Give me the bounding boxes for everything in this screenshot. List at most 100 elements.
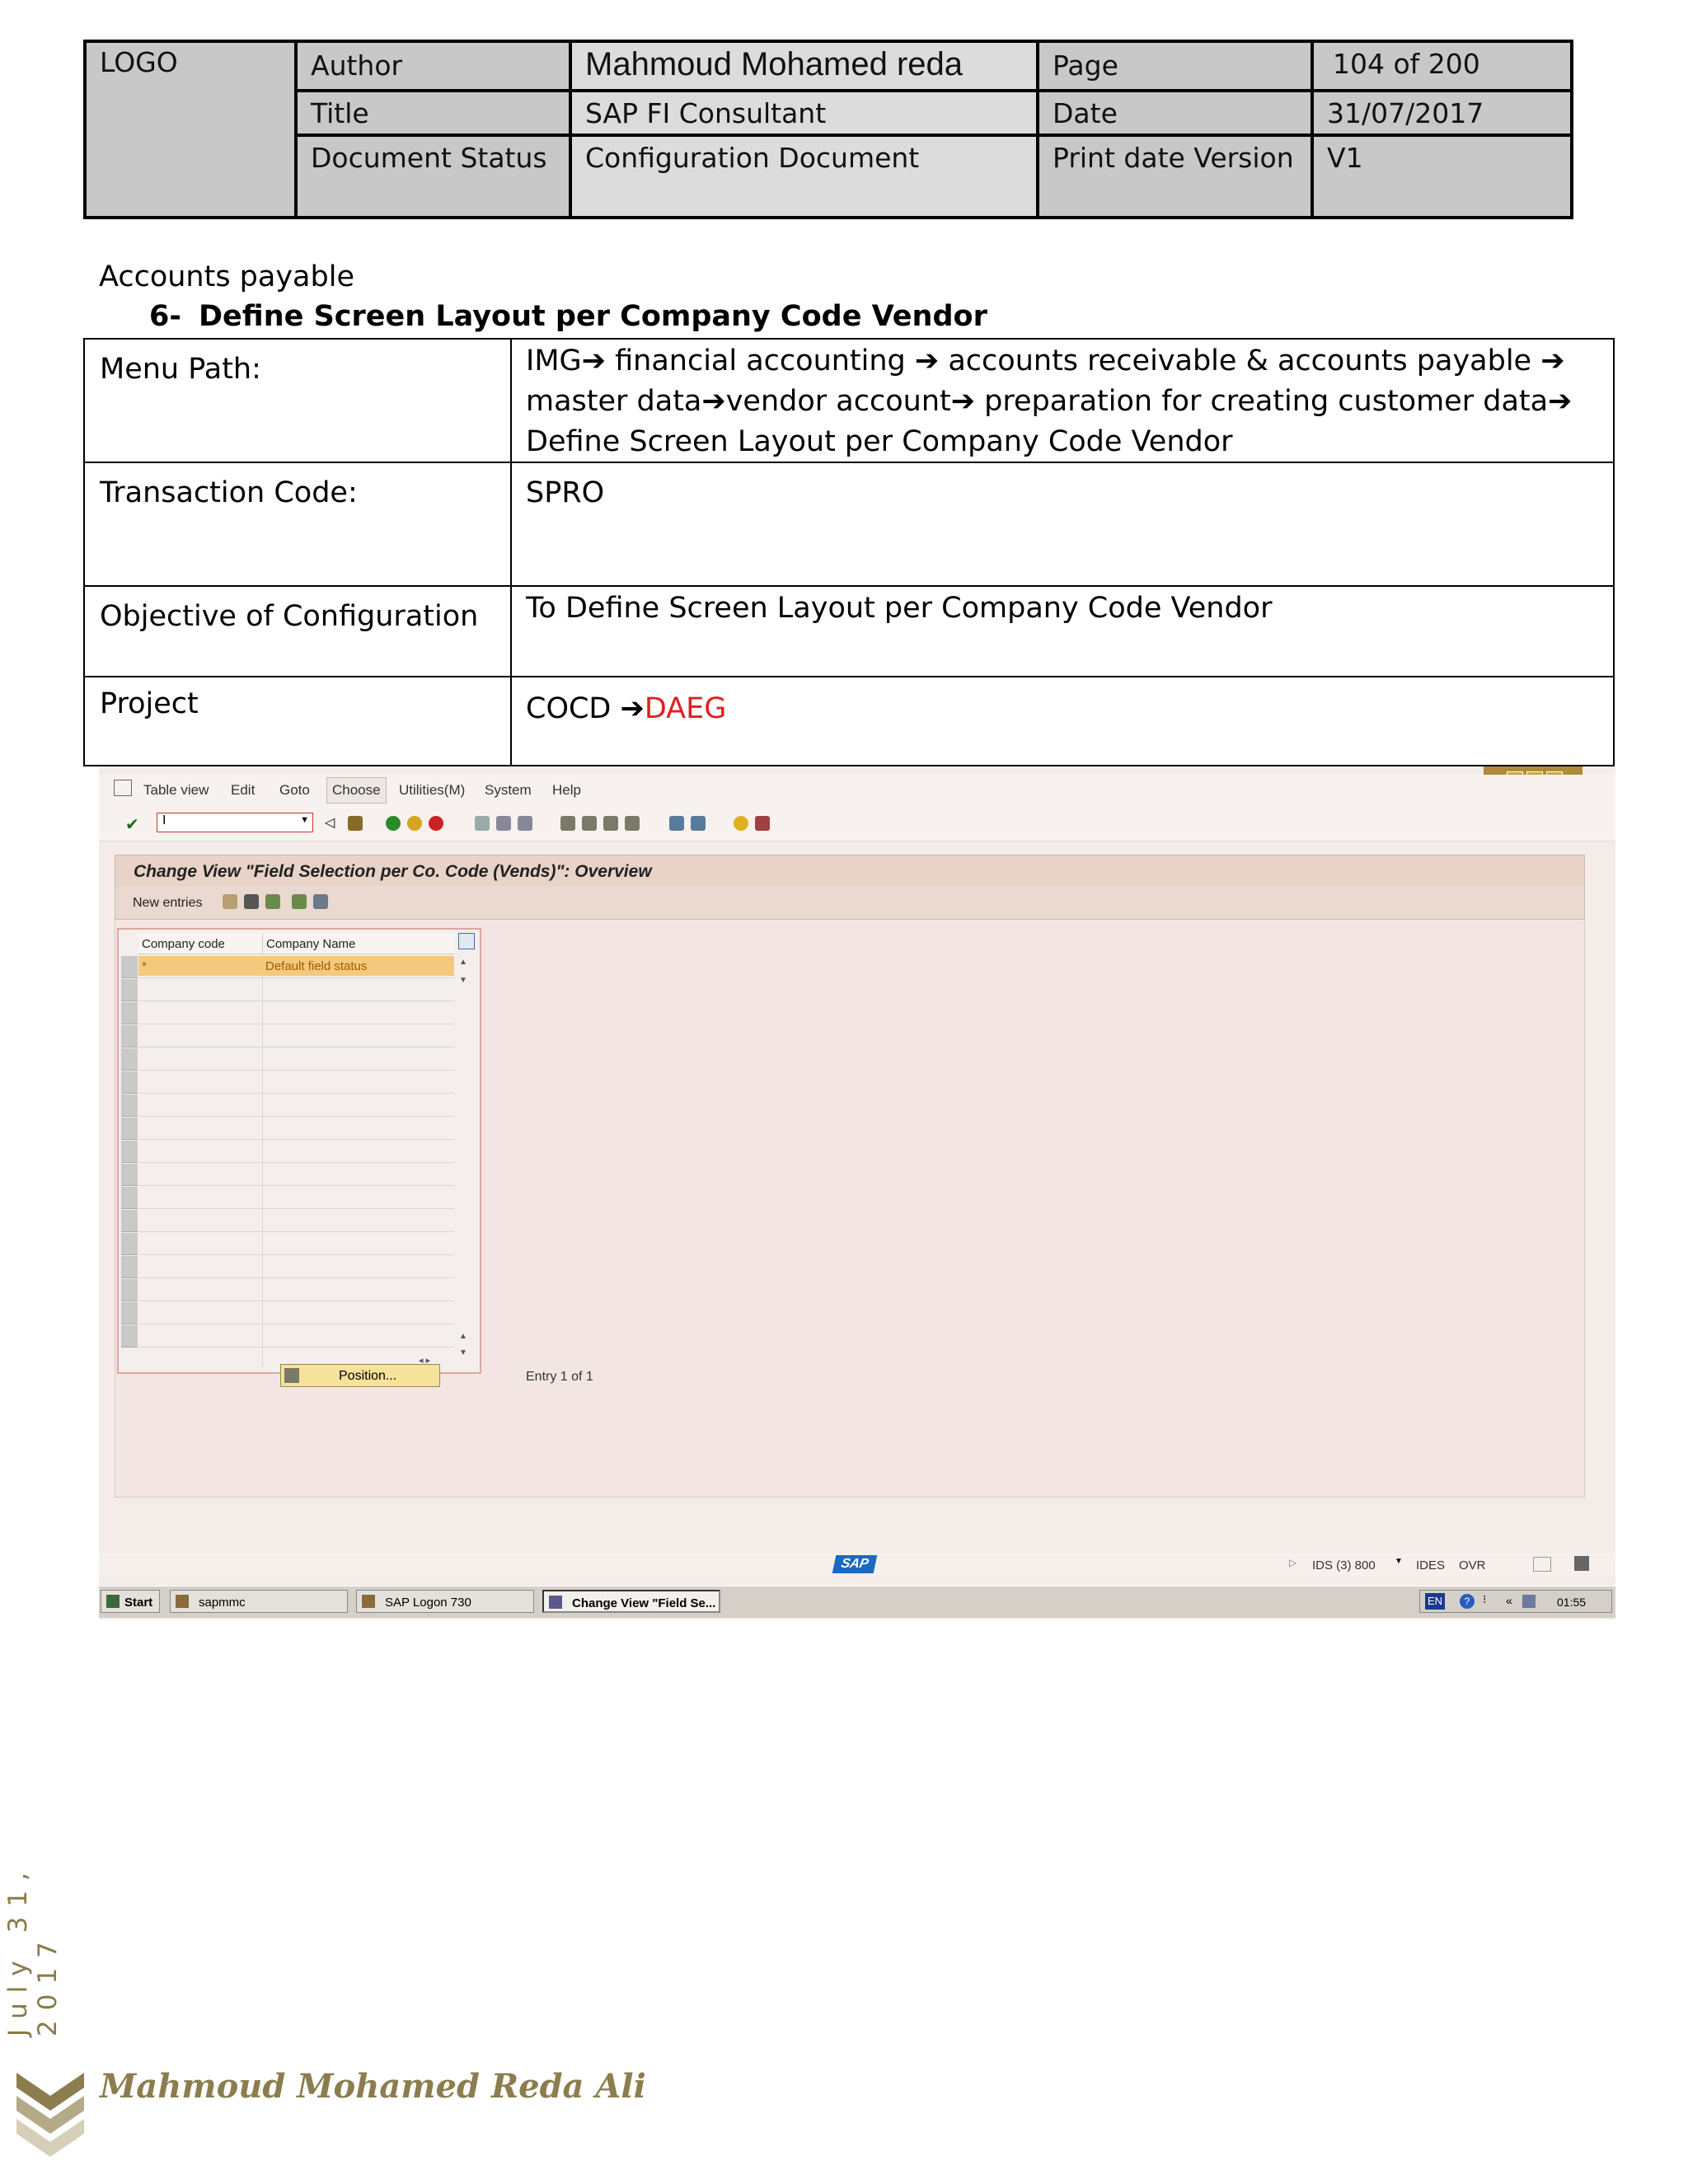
new-entries-button[interactable]: New entries <box>133 896 202 911</box>
next-page-icon[interactable] <box>603 816 618 831</box>
status-message-icon[interactable] <box>1533 1557 1551 1572</box>
network-icon[interactable] <box>1522 1595 1536 1608</box>
transaction-label: Transaction Code: <box>100 476 358 509</box>
copy-as-icon[interactable] <box>223 894 237 909</box>
column-header-company-name[interactable]: Company Name <box>262 933 454 954</box>
find-next-icon[interactable] <box>518 816 532 831</box>
row-selector[interactable] <box>121 1210 138 1232</box>
scroll-down-icon[interactable]: ▼ <box>459 976 467 985</box>
exit-icon[interactable] <box>407 816 422 831</box>
scroll-up-icon[interactable]: ▲ <box>459 958 467 967</box>
menu-item-system[interactable]: System <box>485 782 532 799</box>
create-session-icon[interactable] <box>669 816 684 831</box>
table-row-divider <box>138 977 454 978</box>
row-selector[interactable] <box>121 1048 138 1071</box>
command-field[interactable]: I ▼ <box>157 813 313 832</box>
back-arrow-icon[interactable]: ◁ <box>325 814 335 831</box>
taskbar-item-active[interactable]: Change View "Field Se... <box>542 1590 720 1613</box>
menu-path-label: Menu Path: <box>100 353 261 386</box>
shortcut-icon[interactable] <box>691 816 706 831</box>
scroll-page-down-icon[interactable]: ▼ <box>459 1348 467 1357</box>
position-button-label: Position... <box>339 1369 397 1383</box>
cell-company-name[interactable]: Default field status <box>265 959 367 973</box>
clock[interactable]: 01:55 <box>1557 1596 1586 1609</box>
table-row-divider <box>138 1070 454 1071</box>
objective-label: Objective of Configuration <box>100 600 479 633</box>
taskbar-item[interactable]: SAP Logon 730 <box>356 1590 534 1613</box>
last-page-icon[interactable] <box>625 816 640 831</box>
menu-item-utilities[interactable]: Utilities(M) <box>399 782 465 799</box>
section-number: 6- <box>149 300 181 333</box>
back-icon[interactable] <box>386 816 401 831</box>
table-row-divider <box>138 1093 454 1094</box>
undo-change-icon[interactable] <box>265 894 280 909</box>
row-selector[interactable] <box>121 1094 138 1117</box>
print-icon[interactable] <box>475 816 490 831</box>
deselect-all-icon[interactable] <box>313 894 328 909</box>
transaction-value: SPRO <box>526 476 605 509</box>
position-button[interactable]: Position... <box>280 1364 440 1387</box>
sap-logon-icon <box>362 1595 375 1608</box>
row-selector[interactable] <box>121 956 138 978</box>
row-selector[interactable] <box>121 1187 138 1209</box>
help-icon[interactable] <box>734 816 748 831</box>
menu-item-choose[interactable]: Choose <box>326 777 387 804</box>
taskbar-item-label: SAP Logon 730 <box>385 1596 471 1610</box>
cell-company-code[interactable]: * <box>142 959 147 973</box>
help-icon[interactable]: ? <box>1460 1594 1475 1609</box>
taskbar-item-label: Change View "Field Se... <box>572 1596 716 1610</box>
row-selector[interactable] <box>121 1118 138 1140</box>
row-selector[interactable] <box>121 1302 138 1324</box>
layout-menu-icon[interactable] <box>755 816 770 831</box>
menu-icon[interactable] <box>114 780 132 796</box>
row-selector[interactable] <box>121 1164 138 1186</box>
previous-page-icon[interactable] <box>582 816 597 831</box>
table-row[interactable]: * Default field status <box>138 956 454 976</box>
status-mode[interactable]: OVR <box>1459 1558 1486 1572</box>
scroll-page-up-icon[interactable]: ▲ <box>459 1332 467 1341</box>
menu-path-row: Menu Path: IMG➔ financial accounting ➔ a… <box>85 340 1613 463</box>
menu-path-line: IMG➔ financial accounting ➔ accounts rec… <box>526 344 1565 377</box>
application-toolbar: New entries <box>115 886 1585 920</box>
select-all-icon[interactable] <box>292 894 307 909</box>
first-page-icon[interactable] <box>560 816 575 831</box>
menu-item-goto[interactable]: Goto <box>279 782 310 799</box>
row-selector[interactable] <box>121 1002 138 1024</box>
print-label: Print date Version <box>1053 142 1294 174</box>
language-indicator[interactable]: EN <box>1425 1593 1445 1610</box>
row-selector[interactable] <box>121 979 138 1001</box>
project-prefix: COCD ➔ <box>526 692 645 725</box>
row-selector[interactable] <box>121 1141 138 1163</box>
delete-icon[interactable] <box>244 894 259 909</box>
project-value: COCD ➔DAEG <box>526 689 726 729</box>
row-selector[interactable] <box>121 1025 138 1047</box>
entry-count: Entry 1 of 1 <box>526 1370 593 1384</box>
row-selector[interactable] <box>121 1071 138 1094</box>
lock-icon[interactable] <box>1574 1556 1589 1571</box>
row-selector[interactable] <box>121 1256 138 1278</box>
column-header-company-code[interactable]: Company code <box>138 933 262 954</box>
chevron-down-icon[interactable]: ▼ <box>1395 1557 1403 1566</box>
cancel-icon[interactable] <box>429 816 443 831</box>
screen-title: Change View "Field Selection per Co. Cod… <box>134 862 652 881</box>
start-button[interactable]: Start <box>101 1590 160 1613</box>
tray-expand-icon[interactable]: « <box>1506 1594 1512 1607</box>
find-icon[interactable] <box>496 816 511 831</box>
objective-row: Objective of Configuration To Define Scr… <box>85 587 1613 677</box>
objective-value: To Define Screen Layout per Company Code… <box>526 592 1273 625</box>
row-selector[interactable] <box>121 1279 138 1301</box>
chevron-down-icon[interactable]: ▼ <box>300 815 309 825</box>
taskbar-item[interactable]: sapmmc <box>170 1590 348 1613</box>
menu-item-help[interactable]: Help <box>552 782 581 799</box>
row-selector[interactable] <box>121 1325 138 1347</box>
status-system[interactable]: IDS (3) 800 <box>1312 1558 1376 1572</box>
enter-icon[interactable]: ✔ <box>125 814 139 835</box>
save-icon[interactable] <box>348 816 363 831</box>
table-settings-icon[interactable] <box>458 933 475 949</box>
status-expand-icon[interactable]: ▷ <box>1289 1557 1296 1568</box>
menu-item-edit[interactable]: Edit <box>231 782 255 799</box>
row-selector[interactable] <box>121 1233 138 1255</box>
menu-item-table-view[interactable]: Table view <box>143 782 209 799</box>
section-heading: Accounts payable <box>99 260 354 293</box>
tray-icon[interactable]: ⁝ <box>1483 1592 1486 1606</box>
